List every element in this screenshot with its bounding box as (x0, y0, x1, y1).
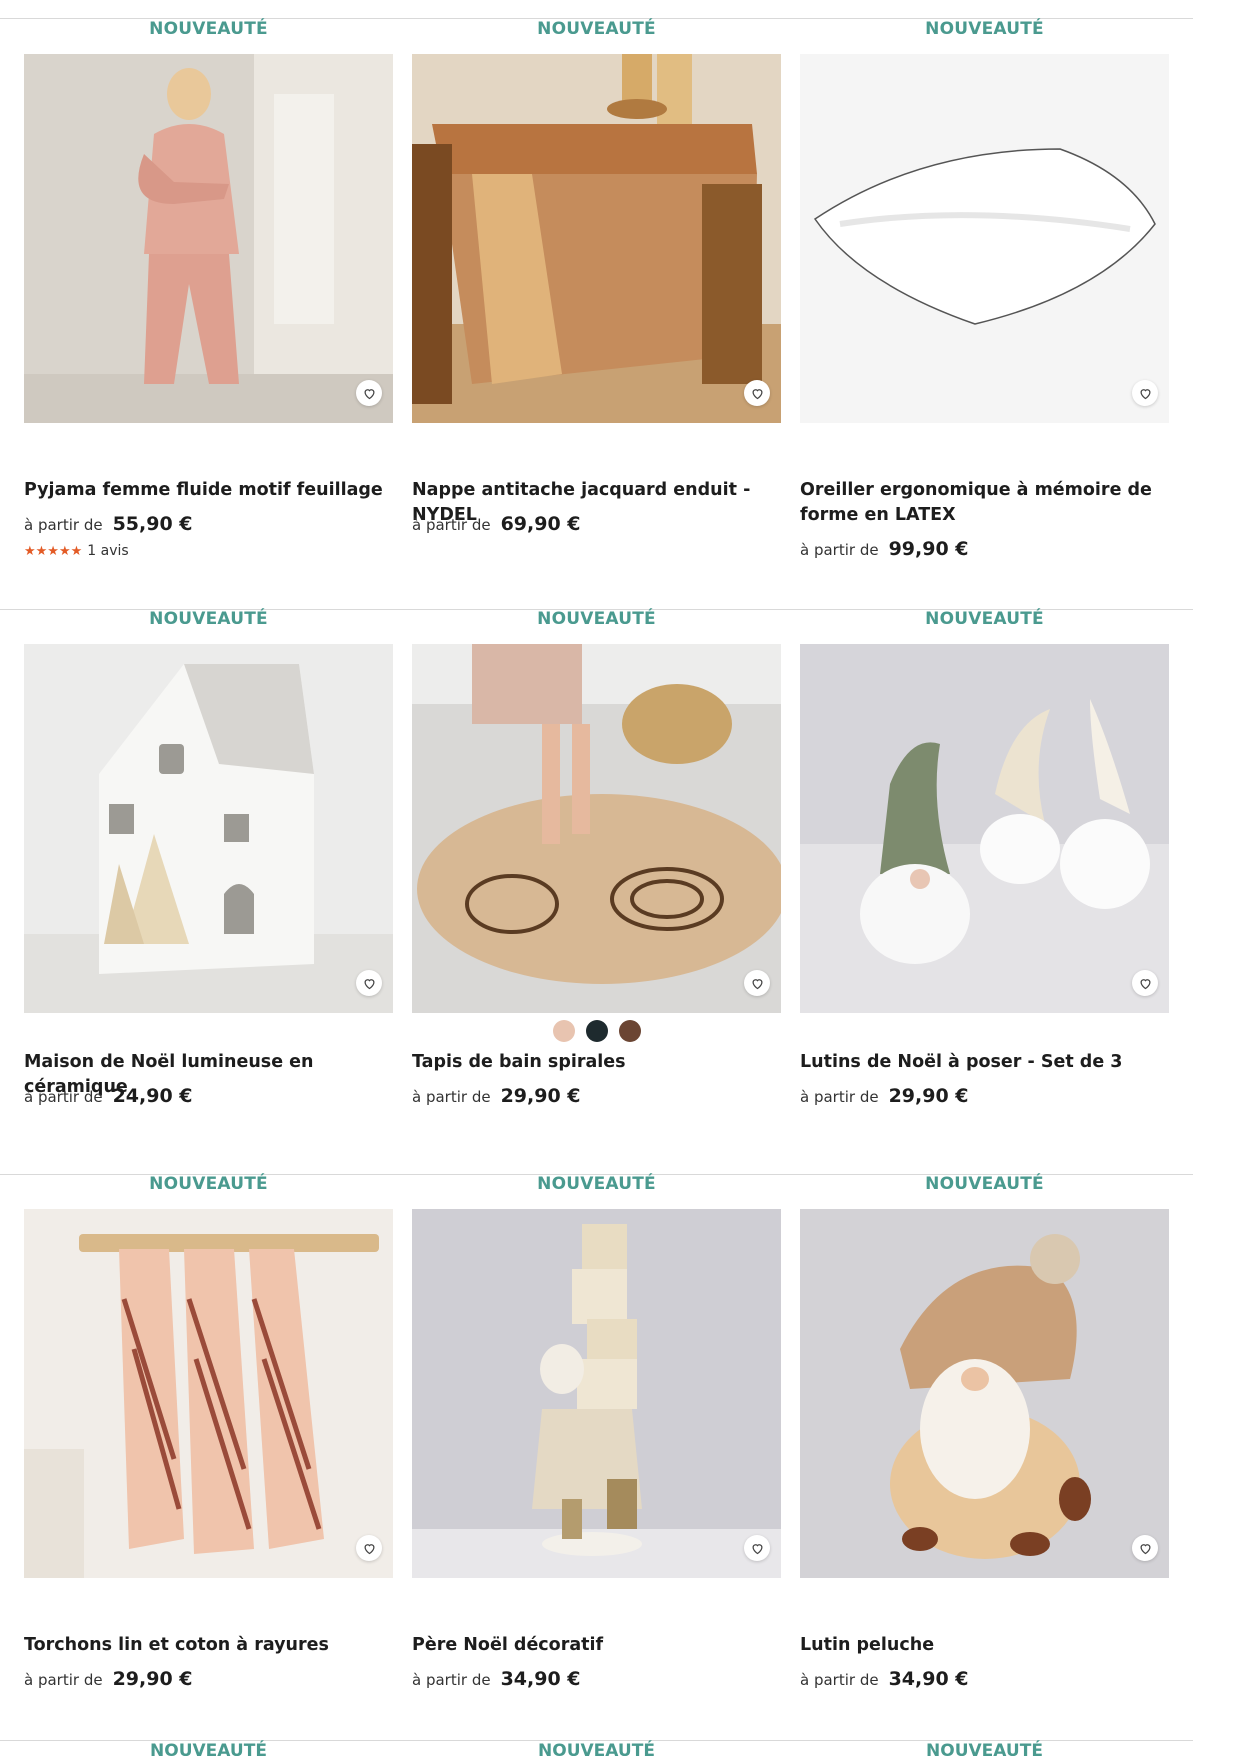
new-badge: NOUVEAUTÉ (537, 19, 656, 39)
wishlist-button[interactable] (1132, 1535, 1158, 1561)
wishlist-button[interactable] (744, 970, 770, 996)
product-price: 34,90 € (500, 1668, 581, 1690)
review-count: 1 avis (87, 543, 129, 559)
product-title[interactable]: Oreiller ergonomique à mémoire de forme … (800, 478, 1169, 528)
new-badge: NOUVEAUTÉ (925, 1174, 1044, 1194)
new-badge: NOUVEAUTÉ (150, 1741, 267, 1761)
color-swatch-dark[interactable] (585, 1020, 608, 1042)
heart-icon (1139, 978, 1151, 989)
price-prefix: à partir de (24, 1088, 103, 1106)
wishlist-button[interactable] (1132, 970, 1158, 996)
price-row: à partir de 29,90 € (800, 1085, 969, 1107)
new-badge: NOUVEAUTÉ (537, 1174, 656, 1194)
new-badge: NOUVEAUTÉ (149, 1174, 268, 1194)
product-image[interactable] (24, 54, 393, 423)
new-badge: NOUVEAUTÉ (149, 19, 268, 39)
product-title[interactable]: Lutins de Noël à poser - Set de 3 (800, 1050, 1169, 1075)
round-spiral-bath-mat-photo (412, 644, 781, 1013)
pink-pyjama-woman-photo (24, 54, 393, 423)
price-prefix: à partir de (412, 1671, 491, 1689)
product-price: 55,90 € (112, 513, 193, 535)
heart-icon (751, 388, 763, 399)
heart-icon (1139, 1543, 1151, 1554)
price-row: à partir de 69,90 € (412, 513, 581, 535)
product-image[interactable] (800, 54, 1169, 423)
new-badge: NOUVEAUTÉ (926, 1741, 1043, 1761)
product-price: 69,90 € (500, 513, 581, 535)
price-row: à partir de 99,90 € (800, 538, 969, 560)
price-row: à partir de 34,90 € (412, 1668, 581, 1690)
product-price: 29,90 € (888, 1085, 969, 1107)
product-image[interactable] (24, 644, 393, 1013)
product-title[interactable]: Père Noël décoratif (412, 1633, 781, 1658)
new-badge: NOUVEAUTÉ (925, 19, 1044, 39)
color-swatches (412, 1020, 781, 1042)
wishlist-button[interactable] (744, 1535, 770, 1561)
product-image[interactable] (800, 1209, 1169, 1578)
product-image[interactable] (412, 644, 781, 1013)
price-prefix: à partir de (412, 516, 491, 534)
price-row: à partir de 24,90 € (24, 1085, 193, 1107)
star-rating-icon: ★★★★★ (24, 543, 83, 559)
price-prefix: à partir de (412, 1088, 491, 1106)
brown-jacquard-tablecloth-photo (412, 54, 781, 423)
product-title[interactable]: Tapis de bain spirales (412, 1050, 781, 1075)
product-price: 24,90 € (112, 1085, 193, 1107)
product-image[interactable] (412, 54, 781, 423)
wishlist-button[interactable] (356, 380, 382, 406)
wishlist-button[interactable] (356, 970, 382, 996)
ceramic-christmas-house-photo (24, 644, 393, 1013)
color-swatch-beige[interactable] (552, 1020, 575, 1042)
wishlist-button[interactable] (356, 1535, 382, 1561)
price-row: à partir de 29,90 € (24, 1668, 193, 1690)
product-price: 99,90 € (888, 538, 969, 560)
product-title[interactable]: Pyjama femme fluide motif feuillage (24, 478, 393, 503)
new-badge: NOUVEAUTÉ (537, 609, 656, 629)
heart-icon (751, 978, 763, 989)
heart-icon (751, 1543, 763, 1554)
product-title[interactable]: Torchons lin et coton à rayures (24, 1633, 393, 1658)
price-row: à partir de 29,90 € (412, 1085, 581, 1107)
wishlist-button[interactable] (1132, 380, 1158, 406)
price-prefix: à partir de (800, 1671, 879, 1689)
price-prefix: à partir de (800, 541, 879, 559)
wishlist-button[interactable] (744, 380, 770, 406)
white-pillow-photo (800, 54, 1169, 423)
price-prefix: à partir de (24, 1671, 103, 1689)
price-row: à partir de 34,90 € (800, 1668, 969, 1690)
new-badge: NOUVEAUTÉ (925, 609, 1044, 629)
heart-icon (1139, 388, 1151, 399)
product-image[interactable] (24, 1209, 393, 1578)
product-price: 29,90 € (112, 1668, 193, 1690)
plush-gnome-photo (800, 1209, 1169, 1578)
product-image[interactable] (412, 1209, 781, 1578)
heart-icon (363, 1543, 375, 1554)
price-prefix: à partir de (24, 516, 103, 534)
product-price: 34,90 € (888, 1668, 969, 1690)
three-christmas-gnomes-photo (800, 644, 1169, 1013)
product-image[interactable] (800, 644, 1169, 1013)
striped-tea-towels-photo (24, 1209, 393, 1578)
heart-icon (363, 388, 375, 399)
rating[interactable]: ★★★★★ 1 avis (24, 543, 129, 559)
price-prefix: à partir de (800, 1088, 879, 1106)
new-badge: NOUVEAUTÉ (538, 1741, 655, 1761)
price-row: à partir de 55,90 € (24, 513, 193, 535)
heart-icon (363, 978, 375, 989)
product-title[interactable]: Lutin peluche (800, 1633, 1169, 1658)
product-price: 29,90 € (500, 1085, 581, 1107)
decorative-santa-figure-photo (412, 1209, 781, 1578)
new-badge: NOUVEAUTÉ (149, 609, 268, 629)
color-swatch-brown[interactable] (618, 1020, 641, 1042)
